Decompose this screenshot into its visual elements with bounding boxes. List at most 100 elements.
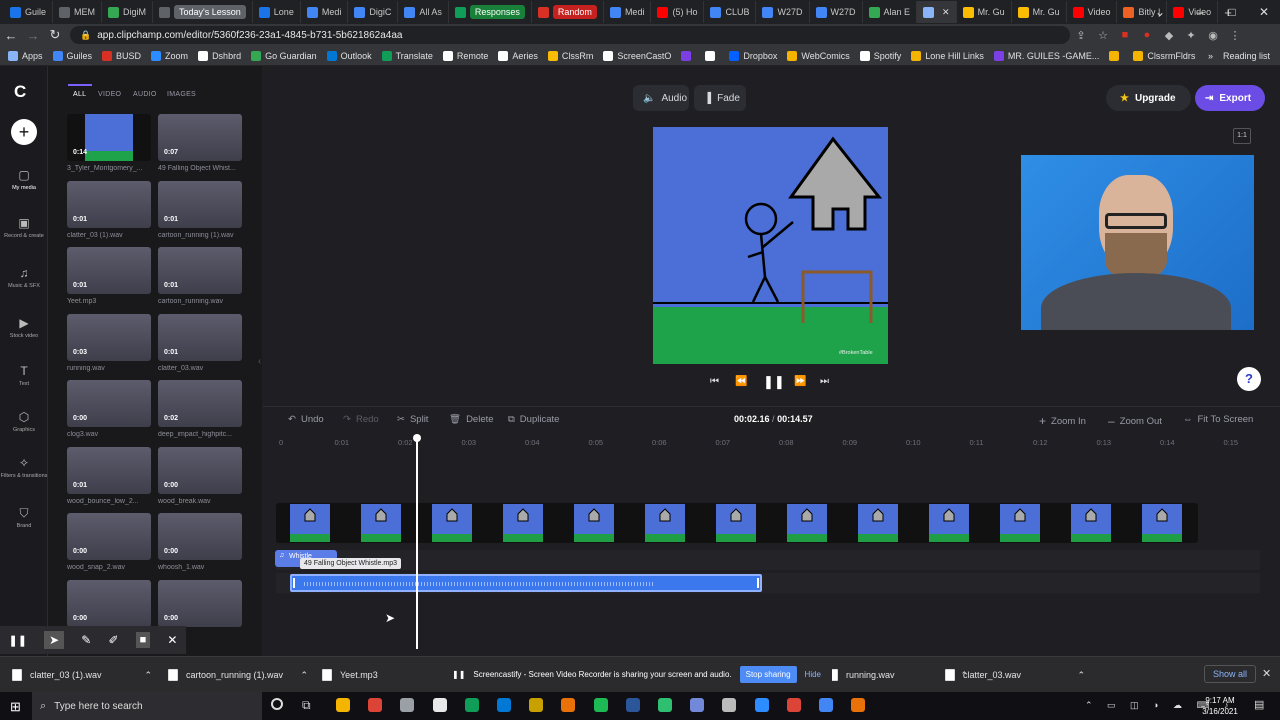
bookmark-item[interactable] (1109, 50, 1123, 61)
bookmark-item[interactable]: Remote (442, 50, 488, 61)
browser-tab[interactable]: DigiC (348, 1, 399, 23)
fit-to-screen-button[interactable]: ⇔ Fit To Screen (1183, 414, 1253, 425)
browser-tab[interactable]: Mr. Gu (1012, 1, 1067, 23)
media-thumbnail[interactable]: 0:00 (158, 446, 242, 494)
bookmark-item[interactable]: Spotify (859, 50, 901, 61)
star-icon[interactable]: ☆ (1092, 29, 1114, 42)
camera-icon[interactable]: ■ (135, 632, 151, 648)
close-icon[interactable]: ✕ (167, 633, 177, 647)
browser-tab[interactable]: Random (532, 1, 604, 23)
app-icon[interactable] (529, 698, 544, 712)
media-thumbnail[interactable]: 0:01 (67, 180, 151, 228)
bookmark-item[interactable]: ClssRm (547, 50, 593, 61)
bookmark-item[interactable]: Dshbrd (198, 50, 241, 61)
split-button[interactable]: ✂ Split (397, 414, 428, 425)
file-explorer-icon[interactable] (336, 698, 350, 712)
browser-tab[interactable]: Lone (253, 1, 301, 23)
download-item[interactable]: Yeet.mp3⌃ (322, 657, 462, 693)
word-icon[interactable] (625, 698, 640, 712)
bookmark-item[interactable]: Aeries (498, 50, 538, 61)
settings-icon[interactable] (400, 698, 415, 712)
task-view-icon[interactable]: ⧉ (302, 698, 311, 713)
vlc-icon[interactable] (851, 698, 866, 712)
media-thumbnail[interactable]: 0:00 (158, 513, 242, 560)
close-downloads-icon[interactable]: ✕ (1262, 667, 1271, 680)
tab-menu-icon[interactable]: ⌄ (1140, 0, 1180, 24)
pause-icon[interactable]: ❚❚ (9, 634, 27, 647)
bookmark-item[interactable] (681, 50, 695, 61)
bookmark-item[interactable] (705, 50, 719, 61)
outlook-icon[interactable] (497, 698, 511, 712)
browser-tab[interactable]: CLUB (704, 1, 757, 23)
extension-icon[interactable]: ◆ (1158, 29, 1180, 42)
media-thumbnail[interactable]: 0:00 (158, 579, 242, 627)
clock[interactable]: 9:17 AM 3/16/2021 (1198, 695, 1242, 717)
browser-tab[interactable]: Mr. Gu (957, 1, 1012, 23)
skip-start-icon[interactable]: ⏮ (710, 376, 719, 387)
media-tab[interactable]: VIDEO (98, 91, 121, 98)
bookmark-item[interactable]: WebComics (787, 50, 850, 61)
close-window-icon[interactable]: ✕ (1244, 0, 1280, 24)
reading-list-button[interactable]: Reading list (1223, 51, 1280, 61)
spotify-icon[interactable] (593, 698, 608, 712)
bookmark-item[interactable]: ScreenCastO (603, 50, 671, 61)
download-item[interactable]: clatter_03 (1).wav ⌃ (12, 657, 152, 693)
download-item[interactable]: clatter_03.wav ⌃ (945, 657, 1085, 693)
excel-icon[interactable] (464, 698, 479, 712)
panel-collapse-icon[interactable]: ‹ (258, 356, 261, 367)
bookmark-item[interactable]: Dropbox (729, 50, 777, 61)
rail-item[interactable]: ⛉ Brand (0, 506, 48, 530)
chrome-icon[interactable] (368, 698, 383, 712)
app-icon[interactable] (561, 698, 576, 712)
playhead-knob[interactable] (413, 434, 422, 442)
puzzle-icon[interactable]: ✦ (1180, 29, 1202, 42)
browser-tab[interactable]: (5) Ho (651, 1, 705, 23)
media-thumbnail[interactable]: 0:07 (158, 114, 242, 161)
cortana-icon[interactable] (271, 698, 283, 710)
browser-tab[interactable]: Medi (301, 1, 349, 23)
chrome-icon[interactable] (819, 698, 833, 712)
highlighter-icon[interactable]: ✐ (108, 633, 118, 647)
browser-tab[interactable]: MEM (53, 1, 103, 23)
browser-tab[interactable]: W27D (810, 1, 863, 23)
media-tab[interactable]: AUDIO (133, 91, 157, 98)
bookmark-item[interactable]: Guiles (52, 50, 92, 61)
browser-tab[interactable]: ✕ (917, 1, 957, 23)
bookmark-item[interactable]: BUSD (102, 50, 141, 61)
bookmark-item[interactable]: Go Guardian (251, 50, 317, 61)
media-tab[interactable]: ALL (73, 91, 86, 98)
tab-close-icon[interactable]: ✕ (942, 7, 950, 18)
bookmark-item[interactable]: Zoom (151, 50, 188, 61)
show-all-button[interactable]: Show all (1204, 665, 1257, 683)
app-icon[interactable] (658, 698, 672, 712)
browser-tab[interactable]: Video (1067, 1, 1118, 23)
browser-tab[interactable]: Today's Lesson (153, 1, 253, 23)
media-thumbnail[interactable]: 0:02 (158, 380, 242, 427)
url-field[interactable]: 🔒 app.clipchamp.com/editor/5360f236-23a1… (70, 26, 1070, 44)
pause-button[interactable]: ❚❚ (763, 374, 785, 390)
zoom-out-button[interactable]: – Zoom Out (1108, 414, 1162, 428)
aspect-ratio-button[interactable]: 1:1 (1233, 128, 1251, 144)
pointer-icon[interactable]: ➤ (44, 631, 65, 649)
browser-tab[interactable]: W27D (756, 1, 810, 23)
rail-item[interactable]: ▢ My media (0, 168, 48, 192)
zoom-in-button[interactable]: + Zoom In (1039, 414, 1086, 428)
rail-item[interactable]: ♫ Music & SFX (0, 266, 48, 290)
notification-icon[interactable]: ▤ (1254, 698, 1264, 711)
discord-icon[interactable] (690, 698, 705, 712)
rail-item[interactable]: ▣ Record & create (0, 216, 48, 240)
media-thumbnail[interactable]: 0:01 (67, 247, 151, 294)
chevron-up-icon[interactable]: ⌃ (1077, 670, 1085, 681)
preview-canvas[interactable]: #BrokenTable (653, 127, 888, 364)
rail-item[interactable]: ✧ Filters & transitions (0, 456, 48, 480)
audio-clip[interactable] (290, 574, 762, 592)
rewind-icon[interactable]: ⏪ (735, 376, 747, 387)
profile-icon[interactable]: ◉ (1202, 29, 1224, 42)
extension-screencastify-icon[interactable]: ● (1136, 29, 1158, 41)
clip-handle-left[interactable] (293, 578, 295, 588)
media-thumbnail[interactable]: 0:01 (158, 313, 242, 361)
skip-end-icon[interactable]: ⏭ (820, 376, 829, 387)
app-icon[interactable] (432, 698, 447, 712)
clip-handle-right[interactable] (757, 578, 759, 588)
rail-item[interactable]: ⬡ Graphics (0, 410, 48, 434)
